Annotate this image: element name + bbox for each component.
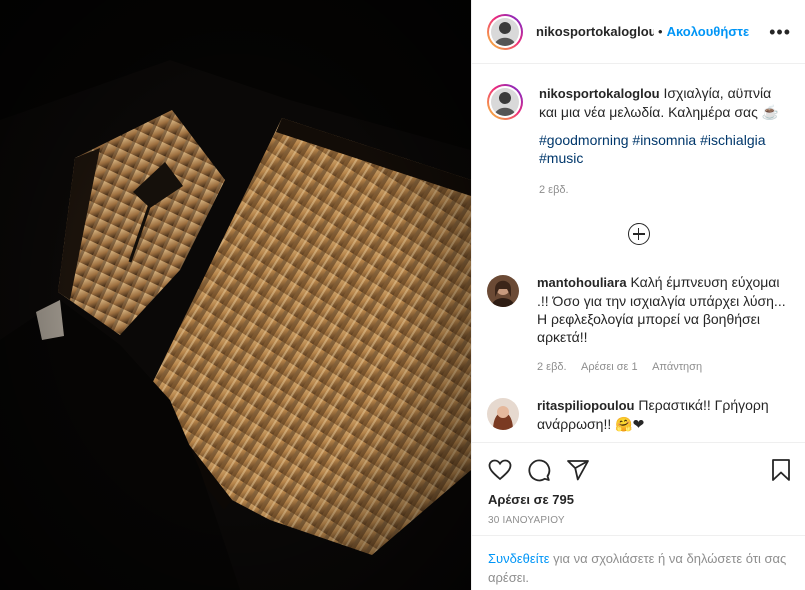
login-link[interactable]: Συνδεθείτε bbox=[488, 551, 550, 566]
avatar-image bbox=[491, 17, 519, 46]
caption: nikosportokaloglou Ισχιαλγία, αϋπνία και… bbox=[472, 64, 805, 199]
post-header: nikosportokaloglou • Ακολουθήστε ••• bbox=[472, 0, 805, 64]
more-options-icon[interactable]: ••• bbox=[769, 23, 791, 41]
caption-username[interactable]: nikosportokaloglou bbox=[539, 86, 660, 101]
comment-item: mantohouliara Καλή έμπνευση εύχομαι .!! … bbox=[472, 273, 805, 376]
likes-count[interactable]: Αρέσει σε 795 bbox=[472, 483, 805, 507]
heart-icon[interactable] bbox=[488, 458, 512, 482]
share-icon[interactable] bbox=[566, 458, 590, 482]
reply-button[interactable]: Απάντηση bbox=[652, 361, 702, 373]
comment-item: ritaspiliopoulou Περαστικά!! Γρήγορη ανά… bbox=[472, 396, 805, 433]
avatar-image bbox=[491, 88, 519, 116]
plus-circle-icon[interactable] bbox=[627, 223, 650, 245]
bookmark-icon[interactable] bbox=[769, 458, 793, 482]
comment-username[interactable]: mantohouliara bbox=[537, 275, 627, 290]
comments-list[interactable]: nikosportokaloglou Ισχιαλγία, αϋπνία και… bbox=[472, 64, 805, 442]
separator-dot: • bbox=[658, 24, 663, 39]
post-date[interactable]: 30 ΙΑΝΟΥΑΡΙΟΥ bbox=[472, 507, 805, 526]
comment-likes[interactable]: Αρέσει σε 1 bbox=[581, 361, 638, 373]
commenter-avatar[interactable] bbox=[487, 275, 519, 307]
comment-icon[interactable] bbox=[527, 458, 551, 482]
hashtag-goodmorning[interactable]: #goodmorning bbox=[539, 132, 629, 148]
avatar-image bbox=[487, 398, 519, 430]
follow-button[interactable]: Ακολουθήστε bbox=[667, 24, 750, 39]
hug-heart-emoji: 🤗❤ bbox=[615, 416, 645, 432]
post-photo[interactable] bbox=[0, 0, 471, 590]
comment-username[interactable]: ritaspiliopoulou bbox=[537, 398, 635, 413]
instagram-post: nikosportokaloglou • Ακολουθήστε ••• nik… bbox=[0, 0, 805, 590]
caption-avatar[interactable] bbox=[487, 84, 523, 120]
hashtag-insomnia[interactable]: #insomnia bbox=[632, 132, 696, 148]
hashtag-music[interactable]: #music bbox=[539, 150, 583, 166]
hashtag-ischialgia[interactable]: #ischialgia bbox=[700, 132, 765, 148]
avatar-image bbox=[487, 275, 519, 307]
load-more-comments[interactable] bbox=[472, 199, 805, 273]
author-avatar[interactable] bbox=[487, 13, 523, 50]
post-actions: Αρέσει σε 795 30 ΙΑΝΟΥΑΡΙΟΥ bbox=[472, 442, 805, 545]
post-image bbox=[0, 0, 471, 590]
coffee-emoji: ☕ bbox=[761, 104, 780, 120]
login-prompt: Συνδεθείτε για να σχολιάσετε ή να δηλώσε… bbox=[472, 535, 805, 587]
post-sidebar: nikosportokaloglou • Ακολουθήστε ••• nik… bbox=[471, 0, 805, 590]
author-username[interactable]: nikosportokaloglou bbox=[536, 24, 654, 39]
comment-time[interactable]: 2 εβδ. bbox=[537, 361, 567, 373]
caption-time[interactable]: 2 εβδ. bbox=[539, 184, 569, 196]
commenter-avatar[interactable] bbox=[487, 398, 519, 430]
